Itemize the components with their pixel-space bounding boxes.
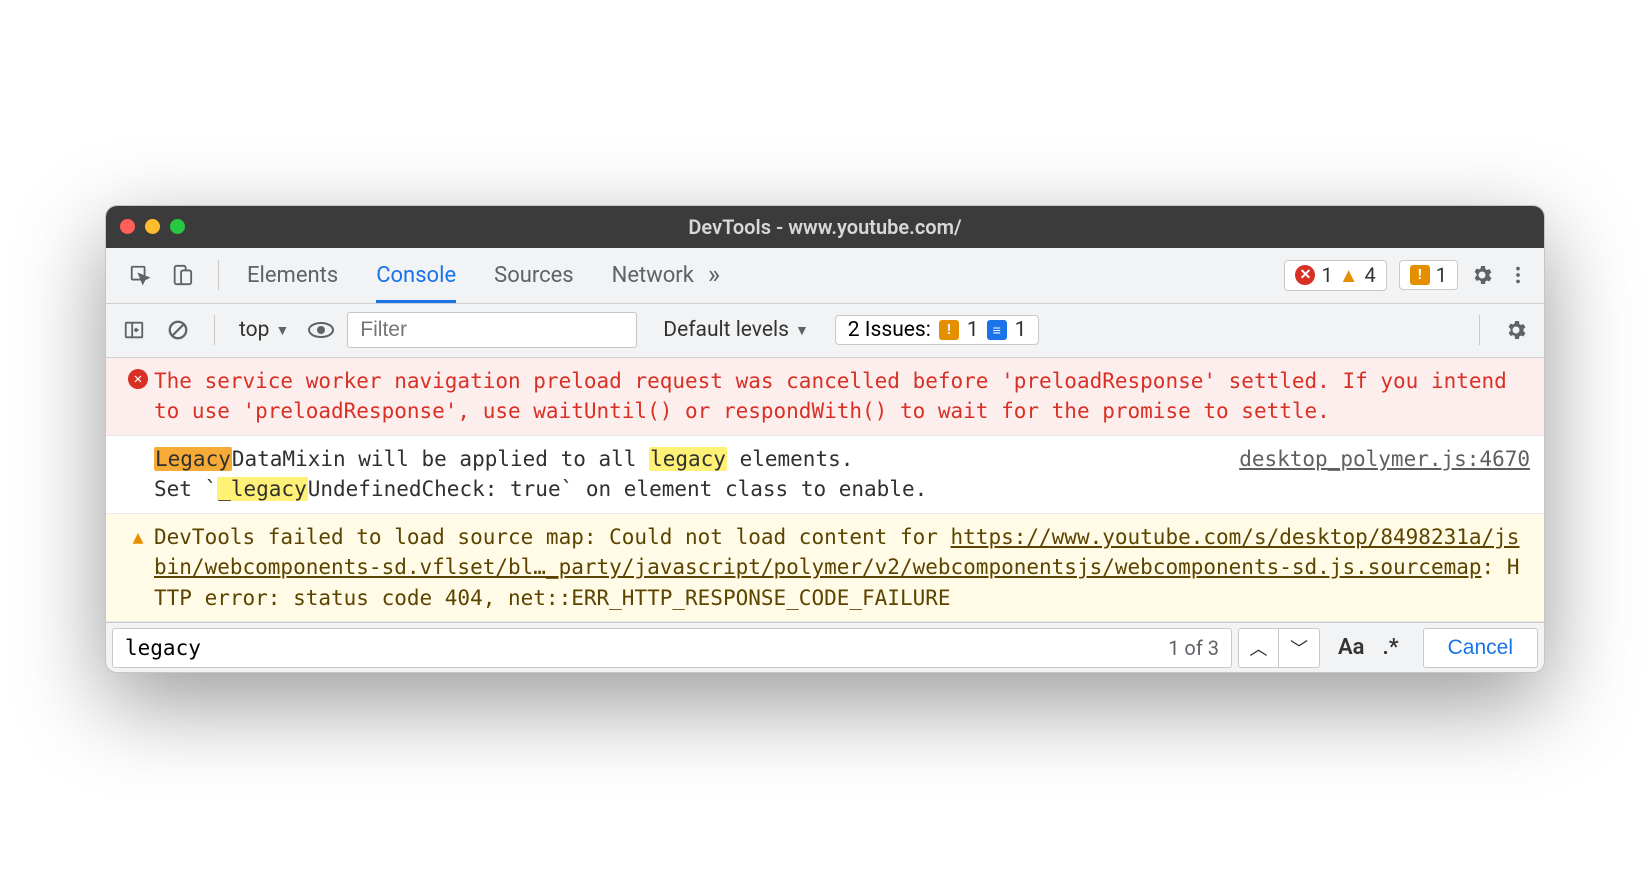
console-toolbar: top ▼ Default levels ▼ 2 Issues: ! 1 ≡ 1	[106, 304, 1544, 358]
log-levels-selector[interactable]: Default levels ▼	[645, 318, 827, 342]
warning-icon: ▲	[1339, 263, 1359, 288]
search-input[interactable]	[112, 628, 1156, 668]
maximize-window-button[interactable]	[170, 219, 185, 234]
source-link[interactable]: desktop_polymer.js:4670	[1209, 444, 1530, 474]
inspect-element-icon[interactable]	[122, 257, 158, 293]
titlebar: DevTools - www.youtube.com/	[106, 206, 1544, 248]
device-toolbar-icon[interactable]	[164, 257, 200, 293]
issues-badge[interactable]: ! 1	[1399, 260, 1458, 290]
console-error-row[interactable]: ✕ The service worker navigation preload …	[106, 358, 1544, 436]
close-window-button[interactable]	[120, 219, 135, 234]
console-messages: ✕ The service worker navigation preload …	[106, 358, 1544, 622]
tab-elements[interactable]: Elements	[247, 249, 338, 302]
issue-orange-icon: !	[939, 320, 959, 340]
context-selector[interactable]: top ▼	[233, 318, 295, 342]
clear-console-icon[interactable]	[160, 312, 196, 348]
issue-blue-icon: ≡	[987, 320, 1007, 340]
search-highlight-current: Legacy	[154, 447, 232, 471]
levels-label: Default levels	[663, 318, 789, 342]
filter-input[interactable]	[347, 312, 637, 348]
divider	[218, 260, 219, 290]
kebab-menu-button[interactable]	[1500, 257, 1536, 293]
caret-down-icon: ▼	[795, 322, 809, 339]
more-tabs-button[interactable]: »	[694, 260, 734, 290]
error-message-text: The service worker navigation preload re…	[154, 366, 1530, 427]
context-label: top	[239, 318, 269, 342]
console-settings-button[interactable]	[1498, 312, 1534, 348]
tabs: Elements Console Sources Network	[229, 249, 694, 302]
tab-network[interactable]: Network	[612, 249, 694, 302]
console-warning-row[interactable]: ▲ DevTools failed to load source map: Co…	[106, 514, 1544, 622]
issues-counter[interactable]: 2 Issues: ! 1 ≡ 1	[835, 315, 1040, 345]
divider	[1479, 315, 1480, 345]
devtools-window: DevTools - www.youtube.com/ Elements Con…	[105, 205, 1545, 673]
search-next-button[interactable]: ﹀	[1279, 629, 1319, 667]
error-count: 1	[1321, 263, 1332, 287]
error-icon: ✕	[128, 369, 148, 389]
divider	[214, 315, 215, 345]
toggle-sidebar-icon[interactable]	[116, 312, 152, 348]
settings-button[interactable]	[1464, 257, 1500, 293]
issues-label: 2 Issues:	[848, 318, 931, 342]
minimize-window-button[interactable]	[145, 219, 160, 234]
match-case-toggle[interactable]: Aa	[1338, 635, 1365, 660]
tab-console[interactable]: Console	[376, 249, 456, 302]
search-prev-button[interactable]: ︿	[1239, 629, 1279, 667]
regex-toggle[interactable]: .*	[1383, 635, 1399, 660]
caret-down-icon: ▼	[275, 322, 289, 339]
log-message-text: LegacyDataMixin will be applied to all l…	[154, 444, 1209, 505]
warning-count: 4	[1365, 263, 1376, 287]
cancel-search-button[interactable]: Cancel	[1423, 628, 1538, 668]
error-icon: ✕	[1295, 265, 1315, 285]
issue-orange-count: 1	[1436, 263, 1447, 287]
issue-orange-icon: !	[1410, 265, 1430, 285]
search-bar: 1 of 3 ︿ ﹀ Aa .* Cancel	[106, 622, 1544, 672]
tab-sources[interactable]: Sources	[494, 249, 574, 302]
window-title: DevTools - www.youtube.com/	[106, 215, 1544, 239]
console-log-row[interactable]: LegacyDataMixin will be applied to all l…	[106, 436, 1544, 514]
tabbar: Elements Console Sources Network » ✕ 1 ▲…	[106, 248, 1544, 304]
error-warning-badge[interactable]: ✕ 1 ▲ 4	[1284, 260, 1386, 291]
warning-icon: ▲	[133, 525, 144, 551]
traffic-lights	[120, 219, 185, 234]
search-result-count: 1 of 3	[1156, 628, 1232, 668]
search-highlight: legacy	[649, 447, 727, 471]
search-highlight: _legacy	[217, 477, 308, 501]
warning-message-text: DevTools failed to load source map: Coul…	[154, 522, 1530, 613]
search-nav: ︿ ﹀	[1238, 628, 1320, 668]
live-expression-icon[interactable]	[303, 312, 339, 348]
